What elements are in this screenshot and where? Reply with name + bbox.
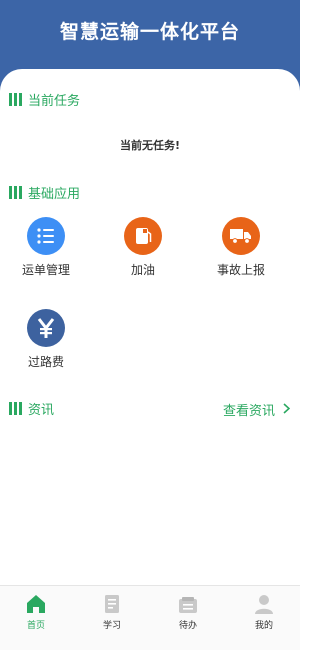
app-label: 加油 bbox=[130, 263, 155, 277]
book-icon bbox=[87, 592, 137, 614]
section-marker-icon bbox=[9, 92, 22, 106]
tab-label: 待办 bbox=[178, 621, 197, 631]
basic-apps-title: 基础应用 bbox=[28, 186, 81, 202]
basic-apps-section-header: 基础应用 bbox=[9, 183, 81, 202]
tab-label: 我的 bbox=[254, 621, 273, 631]
app-refuel[interactable]: 加油 bbox=[105, 217, 181, 279]
inbox-icon bbox=[163, 592, 213, 614]
current-task-section-header: 当前任务 bbox=[9, 90, 81, 109]
chevron-right-icon bbox=[283, 402, 291, 418]
tab-home[interactable]: 首页 bbox=[11, 592, 61, 631]
app-label: 过路费 bbox=[27, 355, 64, 369]
news-title: 资讯 bbox=[28, 402, 55, 418]
tab-todo[interactable]: 待办 bbox=[163, 592, 213, 631]
app-title: 智慧运输一体化平台 bbox=[59, 21, 240, 43]
view-news-label: 查看资讯 bbox=[222, 404, 275, 419]
section-marker-icon bbox=[9, 185, 22, 199]
home-icon bbox=[11, 592, 61, 614]
list-icon bbox=[27, 217, 65, 255]
app-toll-fee[interactable]: 过路费 bbox=[8, 309, 84, 371]
fuel-icon bbox=[124, 217, 162, 255]
tab-mine[interactable]: 我的 bbox=[239, 592, 289, 631]
bottom-tab-bar: 首页 学习 待办 我的 bbox=[0, 585, 300, 650]
app-label: 事故上报 bbox=[216, 263, 265, 277]
tab-label: 首页 bbox=[26, 621, 45, 631]
tab-label: 学习 bbox=[102, 621, 121, 631]
empty-task-text: 当前无任务! bbox=[119, 139, 181, 152]
tab-study[interactable]: 学习 bbox=[87, 592, 137, 631]
view-news-link[interactable]: 查看资讯 bbox=[222, 400, 291, 419]
app-waybill-management[interactable]: 运单管理 bbox=[8, 217, 84, 279]
news-section-header: 资讯 bbox=[9, 399, 55, 418]
yen-icon bbox=[27, 309, 65, 347]
user-icon bbox=[239, 592, 289, 614]
current-task-title: 当前任务 bbox=[28, 93, 81, 109]
section-marker-icon bbox=[9, 401, 22, 415]
app-accident-report[interactable]: 事故上报 bbox=[203, 217, 279, 279]
truck-icon bbox=[222, 217, 260, 255]
app-label: 运单管理 bbox=[21, 263, 70, 277]
